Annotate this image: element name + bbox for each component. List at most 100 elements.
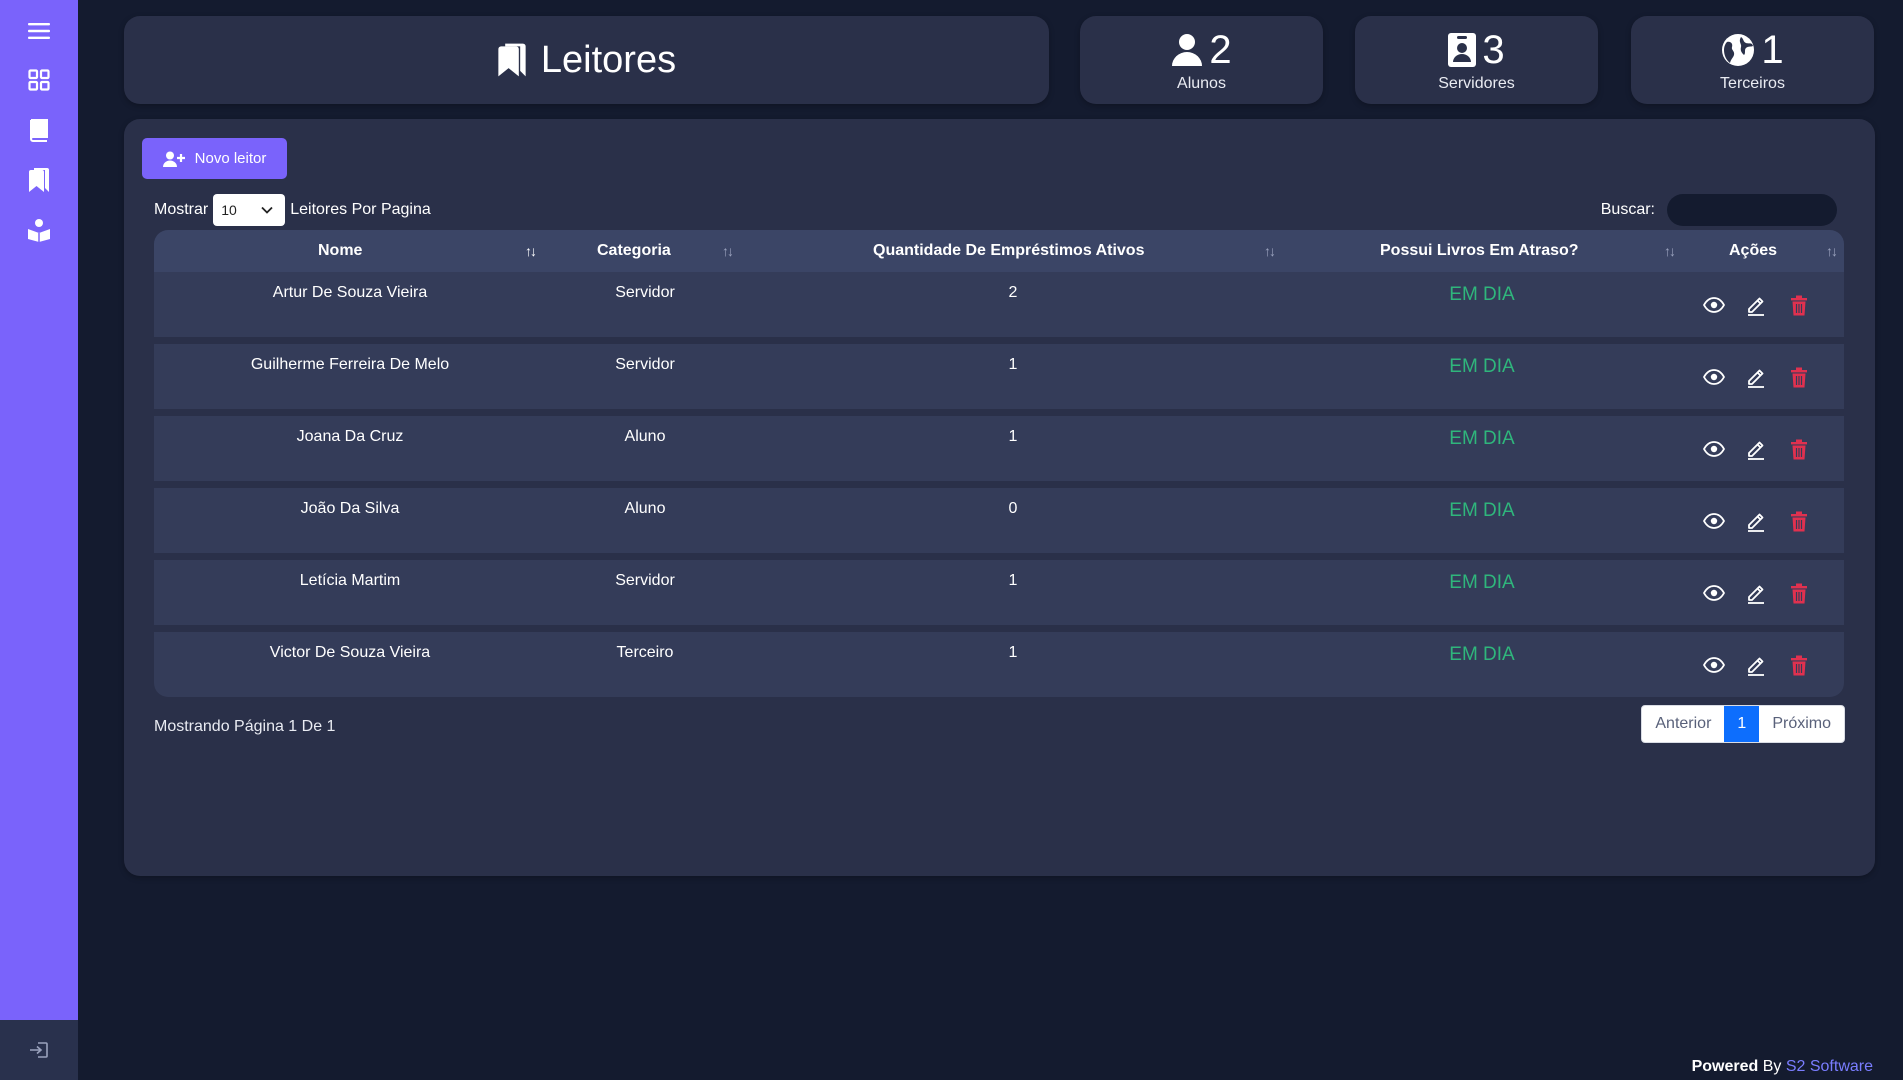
previous-page-button[interactable]: Anterior (1642, 706, 1724, 742)
sidebar-item-readers[interactable] (0, 158, 78, 202)
cell-category: Servidor (615, 284, 675, 301)
cell-loans: 1 (1008, 428, 1018, 445)
edit-icon (1748, 297, 1764, 316)
view-button[interactable] (1701, 652, 1727, 678)
edit-button[interactable] (1743, 652, 1769, 678)
next-page-button[interactable]: Próximo (1759, 706, 1844, 742)
page-title: Leitores (540, 38, 677, 81)
table-row: Artur De Souza Vieira Servidor 2 EM DIA (154, 272, 1844, 337)
column-header-label: Ações (1729, 242, 1778, 259)
eye-icon (1703, 297, 1725, 313)
edit-button[interactable] (1743, 292, 1769, 318)
delete-button[interactable] (1786, 652, 1812, 678)
delete-icon (1791, 295, 1807, 315)
page-length-control: Mostrar 10 Leitores Por Pagina (154, 194, 431, 226)
cell-name: Joana Da Cruz (296, 428, 404, 445)
powered-by: Powered By S2 Software (1692, 1058, 1873, 1076)
edit-button[interactable] (1743, 364, 1769, 390)
eye-icon (1703, 369, 1725, 385)
stat-count: 1 (1761, 28, 1784, 72)
sort-icon[interactable]: ↑↓ (1826, 243, 1838, 259)
edit-button[interactable] (1743, 508, 1769, 534)
cell-name: Letícia Martim (299, 572, 401, 589)
readers-table: Nome ↑↓ Categoria ↑↓ Quantidade De Empré… (154, 230, 1844, 697)
status-badge: EM DIA (1449, 572, 1515, 593)
view-button[interactable] (1701, 436, 1727, 462)
sort-icon[interactable]: ↑↓ (1664, 243, 1676, 259)
page-length-select[interactable]: 10 (213, 194, 286, 226)
delete-button[interactable] (1786, 508, 1812, 534)
cell-category: Terceiro (616, 644, 674, 661)
status-badge: EM DIA (1449, 356, 1515, 377)
table-row: Joana Da Cruz Aluno 1 EM DIA (154, 416, 1844, 481)
view-button[interactable] (1701, 508, 1727, 534)
table-row: Guilherme Ferreira De Melo Servidor 1 EM DI… (154, 344, 1844, 409)
edit-icon (1748, 441, 1764, 460)
stat-count: 2 (1209, 28, 1232, 72)
cell-loans: 1 (1008, 644, 1018, 661)
column-header-overdue[interactable]: Possui Livros Em Atraso? (1380, 230, 1579, 272)
view-button[interactable] (1701, 580, 1727, 606)
sort-icon[interactable]: ↑↓ (1264, 243, 1276, 259)
status-badge: EM DIA (1449, 428, 1515, 449)
cell-name: Guilherme Ferreira De Melo (250, 356, 450, 373)
column-header-label: Quantidade De Empréstimos Ativos (873, 242, 1145, 259)
view-button[interactable] (1701, 292, 1727, 318)
stat-label: Servidores (1438, 75, 1515, 92)
delete-button[interactable] (1786, 292, 1812, 318)
stat-card-terceiros: 1 Terceiros (1631, 16, 1874, 104)
delete-button[interactable] (1786, 436, 1812, 462)
id-badge-icon (1448, 33, 1477, 67)
eye-icon (1703, 657, 1725, 673)
delete-button[interactable] (1786, 580, 1812, 606)
column-header-loans[interactable]: Quantidade De Empréstimos Ativos (873, 230, 1144, 272)
status-badge: EM DIA (1449, 500, 1515, 521)
delete-button[interactable] (1786, 364, 1812, 390)
sidebar-item-dashboard[interactable] (0, 58, 78, 102)
delete-icon (1791, 583, 1807, 603)
column-header-actions: Ações (1729, 230, 1777, 272)
edit-icon (1748, 369, 1764, 388)
page-button-current[interactable]: 1 (1724, 706, 1760, 742)
cell-loans: 0 (1008, 500, 1018, 517)
bookmarks-icon (498, 43, 526, 77)
column-header-name[interactable]: Nome (318, 230, 362, 272)
sort-icon[interactable]: ↑↓ (525, 243, 537, 259)
add-user-icon (162, 151, 185, 167)
new-reader-label: Novo leitor (194, 150, 267, 167)
table-row: Letícia Martim Servidor 1 EM DIA (154, 560, 1844, 625)
new-reader-button[interactable]: Novo leitor (142, 138, 287, 179)
delete-icon (1791, 511, 1807, 531)
table-row: João Da Silva Aluno 0 EM DIA (154, 488, 1844, 553)
stat-label: Terceiros (1720, 75, 1785, 92)
delete-icon (1791, 655, 1807, 675)
column-header-label: Categoria (597, 242, 671, 259)
cell-category: Servidor (615, 356, 675, 373)
logout-button[interactable] (0, 1020, 78, 1080)
menu-toggle-button[interactable] (0, 9, 78, 53)
logout-icon (30, 1042, 48, 1058)
cell-loans: 2 (1008, 284, 1018, 301)
readers-panel: Novo leitor Mostrar 10 Leitores Por Pagi… (124, 119, 1875, 876)
edit-icon (1748, 513, 1764, 532)
powered-by-text: By (1758, 1058, 1786, 1075)
column-header-category[interactable]: Categoria (597, 230, 671, 272)
sidebar-item-loans[interactable] (0, 208, 78, 252)
sort-icon[interactable]: ↑↓ (722, 243, 734, 259)
view-button[interactable] (1701, 364, 1727, 390)
brand-link[interactable]: S2 Software (1786, 1058, 1873, 1075)
edit-icon (1748, 585, 1764, 604)
table-row: Victor De Souza Vieira Terceiro 1 EM DIA (154, 632, 1844, 697)
edit-button[interactable] (1743, 580, 1769, 606)
eye-icon (1703, 585, 1725, 601)
cell-category: Aluno (624, 500, 666, 517)
status-badge: EM DIA (1449, 644, 1515, 665)
cell-loans: 1 (1008, 572, 1018, 589)
edit-icon (1748, 657, 1764, 676)
edit-button[interactable] (1743, 436, 1769, 462)
search-input[interactable] (1667, 194, 1837, 226)
search-control: Buscar: (1601, 194, 1837, 226)
user-icon (1172, 34, 1203, 66)
sidebar-item-books[interactable] (0, 108, 78, 152)
page-header: Leitores (124, 16, 1049, 104)
